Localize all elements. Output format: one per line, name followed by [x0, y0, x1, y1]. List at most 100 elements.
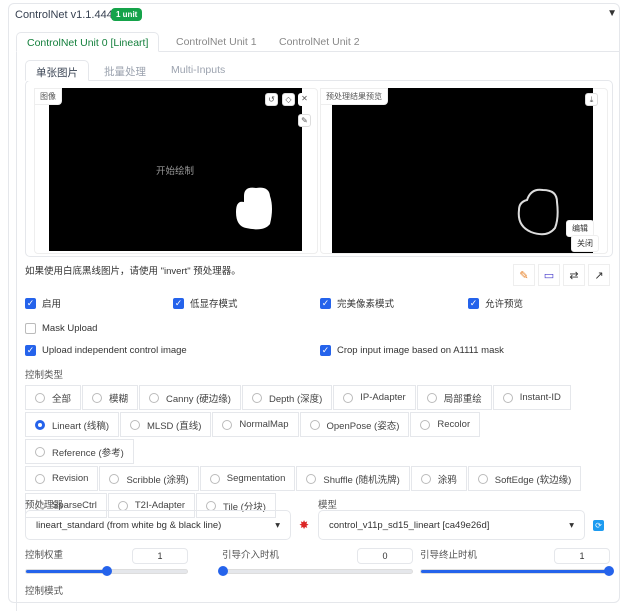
control-type-option[interactable]: Scribble (涂鸦): [99, 466, 199, 491]
radio-icon: [309, 419, 320, 430]
option-label: Reference (参考): [52, 447, 124, 459]
tab-multi-inputs[interactable]: Multi-Inputs: [161, 60, 235, 81]
send-dimensions-icon[interactable]: ↗: [588, 264, 610, 286]
control-mode-label: 控制模式: [25, 586, 64, 597]
option-label: 涂鸦: [437, 474, 457, 486]
control-type-option[interactable]: Revision: [25, 466, 99, 491]
option-label: Segmentation: [226, 473, 286, 484]
checkbox-label: Upload independent control image: [42, 345, 187, 356]
radio-icon: [502, 392, 513, 403]
crop-input-checkbox[interactable]: ✓ Crop input image based on A1111 mask: [320, 345, 504, 356]
radio-icon: [92, 392, 103, 403]
radio-icon: [420, 419, 431, 430]
option-label: MLSD (直线): [147, 420, 202, 432]
unit-count-badge: 1 unit: [111, 8, 143, 21]
control-type-option[interactable]: Shuffle (随机洗牌): [296, 466, 410, 491]
radio-icon: [343, 392, 354, 403]
slider-thumb[interactable]: [101, 566, 112, 576]
preview-image: [332, 88, 593, 253]
check-icon: ✓: [173, 297, 184, 309]
pixel-perfect-checkbox[interactable]: ✓ 完美像素模式: [320, 296, 394, 310]
tab-single-image[interactable]: 单张图片: [25, 60, 89, 81]
control-type-option[interactable]: Reference (参考): [25, 439, 134, 464]
option-label: Canny (硬边缘): [166, 393, 231, 405]
brush-icon[interactable]: ✎: [298, 114, 311, 127]
slider-track[interactable]: [218, 566, 413, 576]
control-type-option[interactable]: Canny (硬边缘): [139, 385, 241, 410]
control-type-option[interactable]: MLSD (直线): [120, 412, 212, 437]
control-type-option[interactable]: Segmentation: [199, 466, 296, 491]
radio-icon: [477, 473, 488, 484]
control-type-option[interactable]: Instant-ID: [492, 385, 571, 410]
radio-icon: [209, 473, 220, 484]
slider-thumb[interactable]: [604, 566, 614, 576]
tab-batch[interactable]: 批量处理: [94, 60, 156, 81]
close-preview-button[interactable]: 关闭: [571, 235, 599, 252]
preprocessor-label: 预处理器: [25, 500, 64, 511]
tab-unit-1[interactable]: ControlNet Unit 1: [166, 32, 267, 52]
checkbox-label: Mask Upload: [42, 323, 98, 334]
allow-preview-checkbox[interactable]: ✓ 允许预览: [468, 296, 523, 310]
control-type-option[interactable]: NormalMap: [212, 412, 299, 437]
radio-icon: [130, 419, 141, 430]
radio-icon: [222, 419, 233, 430]
camera-icon[interactable]: ▭: [538, 264, 560, 286]
download-icon[interactable]: ⤓: [585, 93, 598, 106]
control-type-option[interactable]: Depth (深度): [241, 385, 333, 410]
low-vram-checkbox[interactable]: ✓ 低显存模式: [173, 296, 238, 310]
tab-unit-2[interactable]: ControlNet Unit 2: [269, 32, 370, 52]
enable-checkbox[interactable]: ✓ 启用: [25, 296, 61, 310]
control-type-option[interactable]: Recolor: [410, 412, 481, 437]
checkbox-box: [25, 323, 36, 334]
slider-track[interactable]: [25, 566, 188, 576]
undo-icon[interactable]: ↺: [265, 93, 278, 106]
control-type-option[interactable]: 全部: [25, 385, 82, 410]
invert-hint: 如果使用白底黑线图片，请使用 "invert" 预处理器。: [25, 266, 241, 277]
radio-icon: [109, 473, 120, 484]
run-preprocessor-icon[interactable]: ✸: [299, 518, 309, 532]
radio-icon: [117, 500, 128, 511]
mask-upload-checkbox[interactable]: Mask Upload: [25, 323, 97, 334]
radio-icon: [251, 392, 262, 403]
checkbox-label: 启用: [42, 299, 62, 310]
control-type-option[interactable]: Lineart (线稿): [25, 412, 120, 437]
slider-value-input[interactable]: 1: [132, 548, 188, 564]
chevron-down-icon: ▾: [569, 519, 574, 531]
model-select[interactable]: control_v11p_sd15_lineart [ca49e26d] ▾: [318, 510, 585, 540]
option-label: 局部重绘: [443, 393, 482, 405]
control-type-option[interactable]: SoftEdge (软边缘): [467, 466, 582, 491]
slider-track[interactable]: [420, 566, 614, 576]
radio-icon: [426, 392, 437, 403]
control-type-option[interactable]: IP-Adapter: [333, 385, 416, 410]
drawing-canvas[interactable]: 开始绘制: [49, 88, 302, 251]
check-icon: ✓: [25, 345, 36, 356]
control-type-option[interactable]: 涂鸦: [410, 466, 467, 491]
canvas-placeholder: 开始绘制: [156, 166, 195, 177]
swap-icon[interactable]: ⇄: [563, 264, 585, 286]
image-label: 图像: [34, 88, 62, 105]
option-label: Shuffle (随机洗牌): [323, 474, 400, 486]
slider-value-input[interactable]: 1: [554, 548, 610, 564]
control-type-option[interactable]: 局部重绘: [416, 385, 492, 410]
slider-thumb[interactable]: [218, 566, 228, 576]
tab-unit-0[interactable]: ControlNet Unit 0 [Lineart]: [16, 32, 160, 52]
slider-value-input[interactable]: 0: [357, 548, 413, 564]
close-icon[interactable]: ✕: [298, 93, 311, 106]
control-type-radio-group: 全部 模糊 Canny (硬边缘) Depth (深度) IP-Adapter 局部重绘 I…: [25, 385, 585, 520]
slider-label: 引导介入时机: [222, 550, 280, 561]
slider-label: 引导终止时机: [420, 550, 478, 561]
control-type-option[interactable]: 模糊: [82, 385, 139, 410]
model-label: 模型: [318, 500, 338, 511]
refresh-icon[interactable]: ⟳: [593, 520, 604, 531]
preprocessor-value: lineart_standard (from white bg & black …: [36, 519, 222, 531]
collapse-icon[interactable]: ▼: [607, 8, 617, 19]
control-type-option[interactable]: OpenPose (姿态): [299, 412, 410, 437]
check-icon: ✓: [25, 297, 36, 309]
option-label: NormalMap: [239, 419, 289, 430]
edit-icon[interactable]: ✎: [513, 264, 535, 286]
radio-icon: [35, 446, 45, 457]
eraser-icon[interactable]: ◇: [282, 93, 295, 106]
option-label: Instant-ID: [519, 392, 561, 403]
upload-independent-checkbox[interactable]: ✓ Upload independent control image: [25, 345, 187, 356]
preprocessor-select[interactable]: lineart_standard (from white bg & black …: [25, 510, 291, 540]
